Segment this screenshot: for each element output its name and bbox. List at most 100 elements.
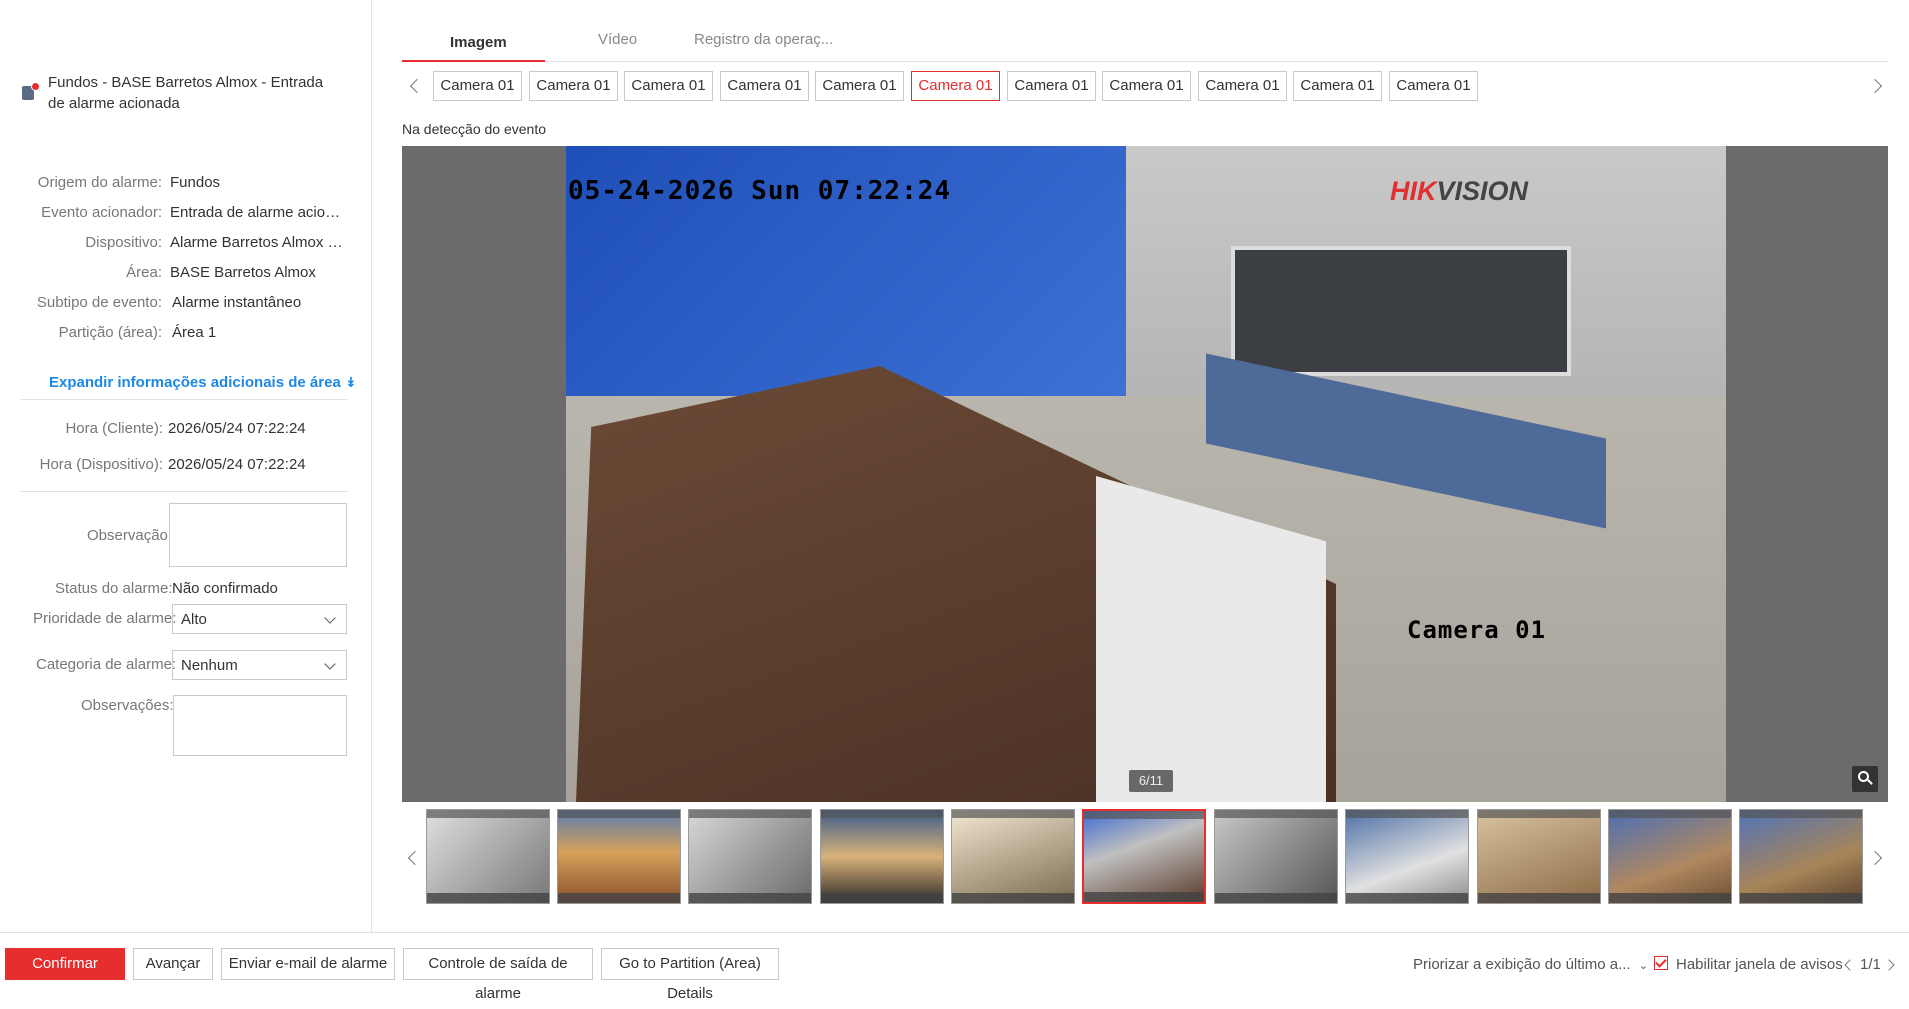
detail-row-dispositivo: Dispositivo: Alarme Barretos Almox FR... xyxy=(0,234,372,256)
event-moment-label: Na detecção do evento xyxy=(402,121,546,137)
status-value: Não confirmado xyxy=(172,580,278,597)
send-email-button[interactable]: Enviar e-mail de alarme xyxy=(221,948,395,980)
thumbnail-7[interactable] xyxy=(1214,809,1338,904)
camera-tab-3[interactable]: Camera 01 xyxy=(624,71,713,101)
camera-tab-1[interactable]: Camera 01 xyxy=(433,71,522,101)
prioridade-select[interactable]: Alto xyxy=(172,604,347,634)
image-counter: 6/11 xyxy=(1129,770,1173,792)
alarm-input-icon xyxy=(20,82,40,102)
divider xyxy=(21,491,347,492)
thumbnail-strip xyxy=(402,809,1888,906)
hikvision-logo: HIKVISION xyxy=(1390,176,1528,207)
double-chevron-down-icon: ↡ xyxy=(344,374,357,390)
time-row-cliente: Hora (Cliente): 2026/05/24 07:22:24 xyxy=(0,420,372,442)
categoria-label: Categoria de alarme: xyxy=(36,656,177,673)
observacao-label: Observação: xyxy=(87,527,173,544)
thumbnail-9[interactable] xyxy=(1477,809,1601,904)
confirm-button[interactable]: Confirmar xyxy=(5,948,125,980)
time-row-dispositivo: Hora (Dispositivo): 2026/05/24 07:22:24 xyxy=(0,456,372,478)
observacoes-label: Observações: xyxy=(81,697,174,714)
page-prev-icon[interactable] xyxy=(1844,959,1856,971)
thumbnail-3[interactable] xyxy=(688,809,812,904)
priority-display-label: Priorizar a exibição do último a... xyxy=(1413,956,1631,973)
detail-key: Partição (área): xyxy=(58,324,162,341)
thumbnail-1[interactable] xyxy=(426,809,550,904)
image-viewer[interactable]: 05-24-2026 Sun 07:22:24 HIKVISION Camera… xyxy=(402,146,1888,802)
camera-tab-2[interactable]: Camera 01 xyxy=(529,71,618,101)
detail-row-subtipo: Subtipo de evento: Alarme instantâneo xyxy=(0,294,372,316)
thumbnail-4[interactable] xyxy=(820,809,944,904)
thumbnail-6[interactable] xyxy=(1082,809,1206,904)
camera-tab-4[interactable]: Camera 01 xyxy=(720,71,809,101)
detail-row-area: Área: BASE Barretos Almox xyxy=(0,264,372,286)
tab-video[interactable]: Vídeo xyxy=(598,31,637,48)
camera-tab-7[interactable]: Camera 01 xyxy=(1007,71,1096,101)
detail-key: Evento acionador: xyxy=(41,204,162,221)
detail-key: Origem do alarme: xyxy=(37,174,162,191)
thumb-next-icon[interactable] xyxy=(1867,850,1883,866)
time-key: Hora (Dispositivo): xyxy=(39,456,163,473)
divider xyxy=(21,399,347,400)
priority-display-dropdown[interactable]: Priorizar a exibição do último a... ⌄ xyxy=(1413,956,1648,973)
thumbnail-8[interactable] xyxy=(1345,809,1469,904)
detail-row-particao: Partição (área): Área 1 xyxy=(0,324,372,346)
detail-value: Fundos xyxy=(170,174,221,191)
detail-value: Alarme Barretos Almox FR... xyxy=(170,234,345,251)
partition-details-button[interactable]: Go to Partition (Area) Details xyxy=(601,948,779,1002)
next-button[interactable]: Avançar xyxy=(133,948,213,980)
active-tab-indicator xyxy=(402,60,545,62)
camera-tab-8[interactable]: Camera 01 xyxy=(1102,71,1191,101)
brand-red: HIK xyxy=(1390,176,1437,206)
camera-snapshot: 05-24-2026 Sun 07:22:24 HIKVISION Camera… xyxy=(566,146,1726,802)
alarm-title: Fundos - BASE Barretos Almox - Entrada d… xyxy=(20,72,340,114)
media-tabs: Imagem Vídeo Registro da operaç... xyxy=(402,26,1888,62)
enable-popup-checkbox[interactable] xyxy=(1654,956,1668,970)
osd-camera-name: Camera 01 xyxy=(1407,616,1547,644)
thumbnail-11[interactable] xyxy=(1739,809,1863,904)
camera-prev-icon[interactable] xyxy=(409,78,425,94)
camera-tab-10[interactable]: Camera 01 xyxy=(1293,71,1382,101)
zoom-in-icon[interactable] xyxy=(1852,766,1878,792)
alarm-title-text: Fundos - BASE Barretos Almox - Entrada d… xyxy=(48,74,324,112)
categoria-select[interactable]: Nenhum xyxy=(172,650,347,680)
tab-registro[interactable]: Registro da operaç... xyxy=(694,31,833,48)
alarm-detail-panel: Fundos - BASE Barretos Almox - Entrada d… xyxy=(0,0,372,932)
detail-value: Alarme instantâneo xyxy=(172,294,302,311)
camera-tab-5[interactable]: Camera 01 xyxy=(815,71,904,101)
scene-window xyxy=(1231,246,1571,376)
detail-key: Subtipo de evento: xyxy=(36,294,162,311)
status-label: Status do alarme: xyxy=(55,580,173,597)
camera-tab-9[interactable]: Camera 01 xyxy=(1198,71,1287,101)
observacao-textarea[interactable] xyxy=(169,503,347,567)
expand-area-info-link[interactable]: Expandir informações adicionais de área … xyxy=(49,374,357,391)
time-key: Hora (Cliente): xyxy=(65,420,163,437)
detail-value: BASE Barretos Almox xyxy=(170,264,316,281)
thumbnail-2[interactable] xyxy=(557,809,681,904)
camera-tab-11[interactable]: Camera 01 xyxy=(1389,71,1478,101)
prioridade-select-value: Alto xyxy=(181,611,207,628)
action-footer: Confirmar Avançar Enviar e-mail de alarm… xyxy=(0,932,1909,1002)
chevron-down-icon xyxy=(324,658,336,670)
chevron-down-icon: ⌄ xyxy=(1638,960,1648,972)
camera-strip: Camera 01 Camera 01 Camera 01 Camera 01 … xyxy=(402,71,1888,101)
page-next-icon[interactable] xyxy=(1883,959,1895,971)
prioridade-label: Prioridade de alarme: xyxy=(33,610,177,627)
enable-popup-label: Habilitar janela de avisos xyxy=(1676,956,1843,973)
expand-area-info-label: Expandir informações adicionais de área xyxy=(49,374,341,391)
brand-dark: VISION xyxy=(1436,176,1529,206)
thumb-prev-icon[interactable] xyxy=(407,850,423,866)
categoria-select-value: Nenhum xyxy=(181,657,238,674)
tab-imagem[interactable]: Imagem xyxy=(450,34,507,51)
alarm-output-button[interactable]: Controle de saída de alarme xyxy=(403,948,593,1002)
thumbnail-5[interactable] xyxy=(951,809,1075,904)
detail-row-origem: Origem do alarme: Fundos xyxy=(0,174,372,196)
camera-tab-6[interactable]: Camera 01 xyxy=(911,71,1000,101)
detail-key: Área: xyxy=(126,264,162,281)
camera-next-icon[interactable] xyxy=(1867,78,1883,94)
detail-row-evento: Evento acionador: Entrada de alarme acio… xyxy=(0,204,372,226)
pager: 1/1 xyxy=(1860,956,1881,973)
thumbnail-10[interactable] xyxy=(1608,809,1732,904)
osd-timestamp: 05-24-2026 Sun 07:22:24 xyxy=(568,176,952,206)
detail-value: Entrada de alarme acionada xyxy=(170,204,345,221)
observacoes-textarea[interactable] xyxy=(173,695,347,756)
